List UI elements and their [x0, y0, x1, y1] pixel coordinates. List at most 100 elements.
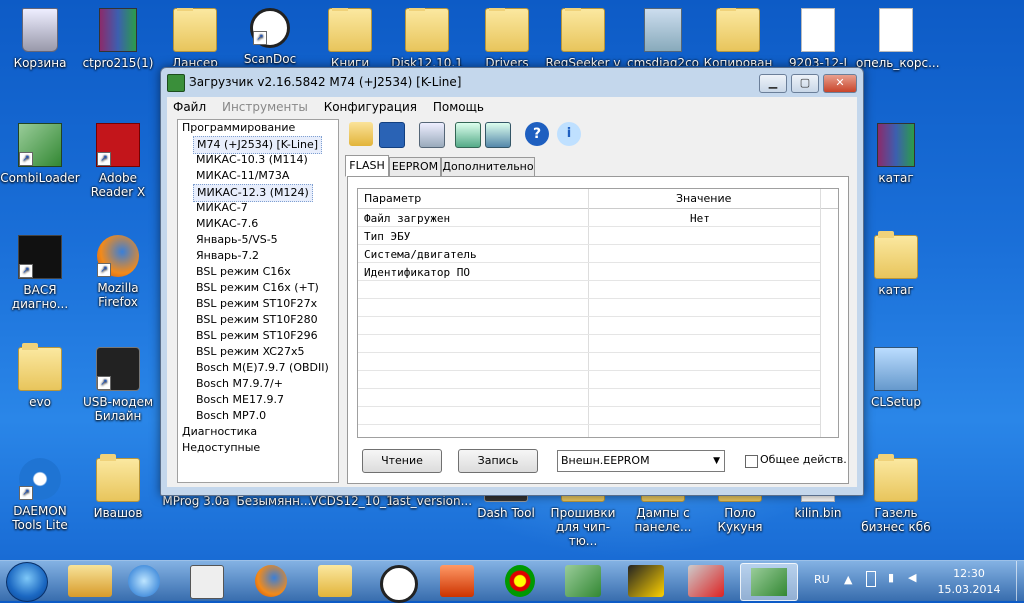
desktop-icon-books[interactable]: Книги [310, 8, 390, 66]
settings-window-icon[interactable] [419, 122, 445, 148]
tree-item[interactable]: BSL режим ST10F280 [178, 312, 338, 328]
tree-item[interactable]: МИКАС-10.3 (M114) [178, 152, 338, 168]
adobe-reader-icon: ↗ [96, 123, 140, 167]
start-button[interactable] [6, 562, 48, 602]
desktop-icon-katag-folder[interactable]: катаг [856, 231, 936, 297]
desktop-icon-unnamed[interactable]: Безымянн... [234, 494, 314, 508]
network-icon[interactable]: ▮ [888, 571, 894, 584]
menu-file[interactable]: Файл [173, 100, 206, 114]
desktop-icon-copy[interactable]: Копирован [698, 8, 778, 66]
scandoc-taskbar-icon[interactable] [380, 565, 418, 603]
tray-expand-icon[interactable]: ▲ [844, 573, 852, 586]
tree-item[interactable]: Январь-7.2 [178, 248, 338, 264]
maximize-button[interactable]: ▢ [791, 74, 819, 93]
combiloader-icon: ↗ [18, 123, 62, 167]
desktop-icon-vasya[interactable]: ↗ ВАСЯ диагно... [0, 235, 80, 311]
tree-node-diagnostics[interactable]: Диагностика [178, 424, 338, 440]
desktop-icon-scandoc[interactable]: ↗ ScanDoc [230, 8, 310, 66]
tab-extra[interactable]: Дополнительно [441, 157, 535, 177]
tree-node-unavailable[interactable]: Недоступные [178, 440, 338, 456]
language-indicator[interactable]: RU [814, 573, 830, 586]
menu-help[interactable]: Помощь [433, 100, 484, 114]
tree-item[interactable]: BSL режим C16x [178, 264, 338, 280]
programmer-app-icon[interactable] [688, 565, 724, 597]
desktop-icon-disk[interactable]: Disk12.10.1 [387, 8, 467, 66]
tree-item[interactable]: Январь-5/VS-5 [178, 232, 338, 248]
clock-date[interactable]: 15.03.2014 [934, 583, 1004, 596]
window-titlebar[interactable]: Загрузчик v2.16.5842 M74 (+J2534) [K-Lin… [161, 68, 863, 96]
tree-item[interactable]: BSL режим ST10F27x [178, 296, 338, 312]
tree-item[interactable]: Bosch M(E)7.9.7 (OBDII) [178, 360, 338, 376]
close-button[interactable]: ✕ [823, 74, 857, 93]
firefox-taskbar-icon[interactable] [255, 565, 287, 597]
desktop-icon-daemon-tools[interactable]: ↗ DAEMON Tools Lite [0, 458, 80, 532]
clock-time[interactable]: 12:30 [944, 567, 994, 580]
help-icon[interactable]: ? [525, 122, 549, 146]
desktop-icon-regseeker[interactable]: RegSeeker v [543, 8, 623, 66]
save-icon[interactable] [379, 122, 405, 148]
desktop-icon-opel[interactable]: опель_корс... [856, 8, 940, 70]
combiloader-active-task[interactable] [740, 563, 798, 601]
tree-item[interactable]: Bosch ME17.9.7 [178, 392, 338, 408]
desktop-icon-lancer[interactable]: Лансер [155, 8, 235, 66]
chip-app-icon[interactable] [565, 565, 601, 597]
desktop-icon-gazel[interactable]: Газель бизнес кб6 [856, 454, 936, 534]
menu-tools[interactable]: Инструменты [222, 100, 308, 114]
upload-icon[interactable] [455, 122, 481, 148]
desktop-icon-mprog[interactable]: MProg 3.0a [156, 494, 236, 508]
desktop-icon-last-version[interactable]: last_version... [389, 494, 472, 508]
scandoc-icon: ↗ [250, 8, 290, 48]
mfc-app-icon[interactable] [68, 565, 112, 597]
desktop-icon-evo[interactable]: evo [0, 343, 80, 409]
folder-icon [874, 454, 918, 502]
desktop-icon-cmsdiag[interactable]: cmsdiag2co [623, 8, 703, 66]
firefox-icon: ↗ [97, 235, 139, 277]
desktop-icon-ivashov[interactable]: Ивашов [78, 454, 158, 520]
tree-item[interactable]: МИКАС-12.3 (M124) [178, 184, 338, 202]
tree-item[interactable]: МИКАС-11/M73A [178, 168, 338, 184]
tree-item[interactable]: M74 (+J2534) [K-Line] [178, 136, 338, 154]
desktop-icon-usb-modem[interactable]: ↗ USB-модем Билайн [78, 347, 158, 423]
desktop-icon-label: USB-модем Билайн [82, 395, 154, 423]
chip-tuning-icon[interactable] [628, 565, 664, 597]
explorer-folder-icon[interactable] [318, 565, 352, 597]
target-app-icon[interactable] [505, 565, 535, 597]
desktop-icon-file9203[interactable]: 9203-12-I [778, 8, 858, 66]
tree-item[interactable]: BSL режим C16x (+T) [178, 280, 338, 296]
desktop-icon-recycle-bin[interactable]: Корзина [0, 8, 80, 70]
desktop-icon-combiloader[interactable]: ↗ CombiLoader [0, 123, 80, 185]
minimize-button[interactable]: ▁ [759, 74, 787, 93]
desktop-icon-katag-archive[interactable]: катаг [856, 123, 936, 185]
battery-icon[interactable] [866, 571, 876, 587]
tree-item[interactable]: BSL режим XC27x5 [178, 344, 338, 360]
desktop-icon-label: Дампы с панеле... [634, 506, 692, 534]
memory-select[interactable]: Внешн.EEPROM ▼ [557, 450, 725, 472]
open-file-icon[interactable] [349, 122, 373, 146]
write-button[interactable]: Запись [458, 449, 538, 473]
info-icon[interactable]: i [557, 122, 581, 146]
tree-item[interactable]: МИКАС-7 [178, 200, 338, 216]
tree-item[interactable]: МИКАС-7.6 [178, 216, 338, 232]
internet-explorer-icon[interactable] [128, 565, 160, 597]
tree-node-programming[interactable]: Программирование [178, 120, 338, 136]
tab-flash[interactable]: FLASH [345, 155, 389, 177]
tab-eeprom[interactable]: EEPROM [389, 157, 441, 177]
download-icon[interactable] [485, 122, 511, 148]
grid-line [358, 334, 820, 335]
menu-config[interactable]: Конфигурация [324, 100, 417, 114]
tree-item[interactable]: Bosch MP7.0 [178, 408, 338, 424]
desktop-icon-drivers[interactable]: Drivers [467, 8, 547, 66]
desktop-icon-vcds[interactable]: VCDS12_10_1 [310, 494, 394, 508]
volume-icon[interactable]: ◀ [908, 571, 916, 584]
general-action-checkbox[interactable] [745, 455, 758, 468]
show-desktop-button[interactable] [1016, 561, 1024, 601]
app-window-icon[interactable] [190, 565, 224, 599]
desktop-icon-ctpro[interactable]: ctpro215(1) [78, 8, 158, 70]
read-button[interactable]: Чтение [362, 449, 442, 473]
desktop-icon-clsetup[interactable]: CLSetup [856, 347, 936, 409]
tree-item[interactable]: BSL режим ST10F296 [178, 328, 338, 344]
desktop-icon-adobe-reader[interactable]: ↗ Adobe Reader X [78, 123, 158, 199]
engine-app-icon[interactable] [440, 565, 474, 597]
desktop-icon-firefox[interactable]: ↗ Mozilla Firefox [78, 235, 158, 309]
tree-item[interactable]: Bosch M7.9.7/+ [178, 376, 338, 392]
